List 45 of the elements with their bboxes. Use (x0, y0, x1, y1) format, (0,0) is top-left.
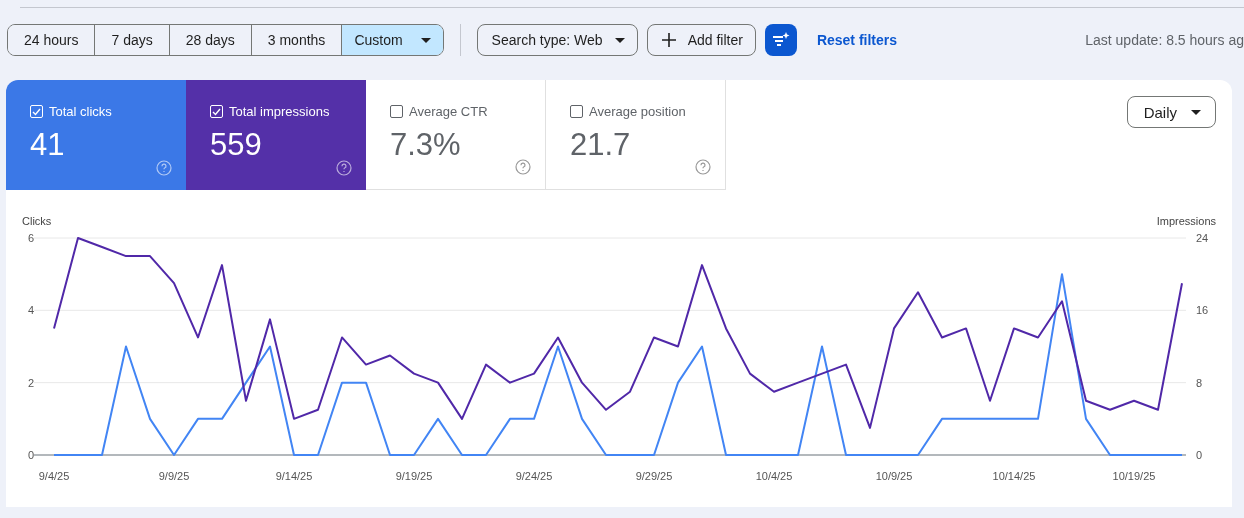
axis-tick-label: 9/4/25 (38, 470, 70, 482)
metric-value: 559 (210, 127, 263, 163)
axis-tick-label: 9/24/25 (515, 470, 553, 482)
metric-tile[interactable]: Average position 21.7 (546, 80, 726, 190)
help-icon[interactable] (515, 159, 531, 175)
axis-tick-label: 2 (27, 376, 34, 389)
filter-button[interactable] (764, 24, 797, 56)
axis-tick-label: 8 (1196, 376, 1203, 389)
metric-value: 41 (30, 127, 66, 163)
axis-title: Clicks (22, 215, 52, 227)
checkbox[interactable] (570, 105, 583, 118)
axis-tick-label: 10/14/25 (992, 470, 1036, 482)
metric-label: Total impressions (229, 104, 330, 119)
axis-tick-label: 9/9/25 (158, 470, 190, 482)
metric-value: 7.3% (390, 127, 462, 163)
search-type-dropdown[interactable]: Search type: Web (476, 24, 638, 56)
axis-tick-label: 10/9/25 (875, 470, 913, 482)
axis-tick-label: 9/14/25 (275, 470, 313, 482)
sparkle-filter-icon (771, 32, 790, 48)
help-icon[interactable] (695, 159, 711, 175)
metric-label: Average position (589, 104, 686, 119)
axis-tick-label: 6 (27, 232, 34, 244)
reset-filters-link[interactable]: Reset filters (816, 32, 898, 48)
axis-tick-label: 10/4/25 (755, 470, 793, 482)
axis-tick-label: 0 (27, 449, 34, 461)
axis-tick-label: 16 (1196, 304, 1209, 317)
metric-tile[interactable]: Average CTR 7.3% (366, 80, 546, 190)
caret-icon (1191, 109, 1201, 115)
axis-tick-label: 9/19/25 (395, 470, 433, 482)
range-button[interactable]: Custom (341, 25, 443, 55)
metric-label: Total clicks (49, 104, 112, 119)
axis-tick-label: 9/29/25 (635, 470, 673, 482)
metric-label: Average CTR (409, 104, 488, 119)
caret-icon (614, 37, 625, 43)
axis-title: Impressions (1156, 215, 1216, 227)
checkbox[interactable] (390, 105, 403, 118)
add-filter-button[interactable]: Add filter (646, 24, 756, 56)
axis-tick-label: 4 (27, 304, 34, 317)
granularity-dropdown[interactable]: Daily (1126, 96, 1216, 128)
metric-value: 21.7 (570, 127, 632, 163)
axis-tick-label: 24 (1196, 232, 1209, 244)
axis-tick-label: 0 (1196, 449, 1203, 461)
last-update-text: Last update: 8.5 hours ag (1085, 32, 1244, 48)
axis-tick-label: 10/19/25 (1112, 470, 1156, 482)
plus-icon (661, 33, 676, 47)
